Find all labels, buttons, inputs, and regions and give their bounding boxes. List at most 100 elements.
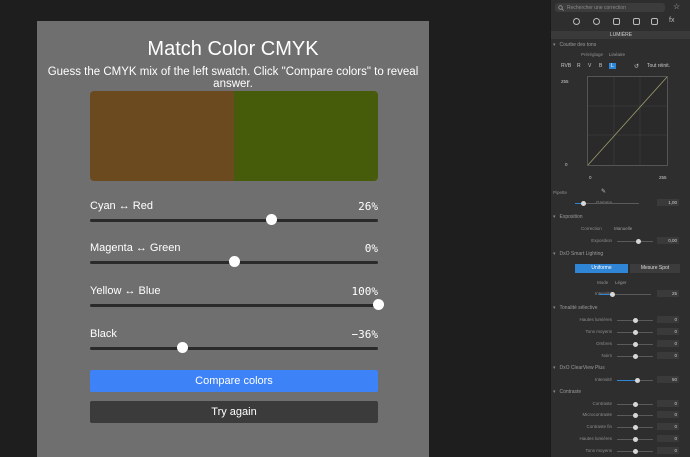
star-icon[interactable]: ☆ <box>673 2 680 11</box>
slider-label: Black <box>90 328 117 340</box>
input-min-value[interactable]: 0 <box>589 175 592 180</box>
clearview-track[interactable] <box>617 378 653 383</box>
section-header: LUMIÈRE <box>551 31 690 39</box>
slider-handle[interactable] <box>177 342 189 353</box>
exposure-header[interactable]: ▾ Exposition <box>553 214 583 222</box>
tone-track[interactable] <box>617 330 653 335</box>
intensity-value[interactable]: 25 <box>657 290 679 297</box>
slider-value: −36% <box>351 328 379 341</box>
slider-label: Cyan ↔ Red <box>90 200 153 212</box>
geometry-icon[interactable] <box>633 18 640 25</box>
gamma-track[interactable] <box>575 201 639 206</box>
contrast-track[interactable] <box>617 437 653 442</box>
contrast-row-label: Contraste <box>592 401 612 406</box>
tone-row-label: Noirs <box>601 353 612 358</box>
spot-mode-button[interactable]: Mesure Spot <box>630 264 680 273</box>
slider-handle[interactable] <box>373 299 384 310</box>
tone-handle[interactable] <box>633 330 638 335</box>
detail-icon[interactable] <box>613 18 620 25</box>
tone-curve-title: Courbe des tons <box>559 42 597 48</box>
exposure-track[interactable] <box>617 239 653 244</box>
curve-bottom-value[interactable]: 0 <box>565 162 568 167</box>
tone-row-value[interactable]: 0 <box>657 316 679 323</box>
clearview-handle[interactable] <box>635 378 640 383</box>
slider-handle[interactable] <box>266 214 278 225</box>
exposure-handle[interactable] <box>635 239 641 244</box>
pipette-icon[interactable]: ✎ <box>601 188 606 195</box>
contrast-handle[interactable] <box>633 449 638 454</box>
fx-icon[interactable]: fx <box>669 17 674 24</box>
contrast-track[interactable] <box>617 413 653 418</box>
tone-track[interactable] <box>617 342 653 347</box>
tone-curve-graph[interactable] <box>587 76 668 166</box>
input-max-value[interactable]: 255 <box>659 175 667 180</box>
gamma-value[interactable]: 1,00 <box>657 199 679 206</box>
pipette-label: Pipette <box>553 190 568 195</box>
contrast-handle[interactable] <box>633 437 638 442</box>
contrast-track[interactable] <box>617 425 653 430</box>
uniform-mode-button[interactable]: Uniforme <box>575 264 628 273</box>
contrast-handle[interactable] <box>633 413 638 418</box>
mode-select[interactable]: Léger <box>615 280 627 285</box>
light-icon[interactable] <box>573 18 580 25</box>
selective-tone-header[interactable]: ▾ Tonalité sélective <box>553 305 598 313</box>
try-again-button[interactable]: Try again <box>90 401 378 423</box>
slider-track[interactable] <box>90 219 378 222</box>
contrast-track[interactable] <box>617 402 653 407</box>
clearview-value[interactable]: 50 <box>657 376 679 383</box>
search-field[interactable]: Rechercher une correction <box>555 3 665 12</box>
guess-swatch <box>234 91 378 181</box>
tone-handle[interactable] <box>633 354 638 359</box>
tone-row-value[interactable]: 0 <box>657 328 679 335</box>
tone-curve-header[interactable]: ▾ Courbe des tons <box>553 42 596 50</box>
smart-lighting-title: DxO Smart Lighting <box>559 251 604 257</box>
channel-rvb[interactable]: RVB <box>561 63 571 69</box>
slider-value: 26% <box>358 200 378 213</box>
contrast-row-value[interactable]: 0 <box>657 400 679 407</box>
tone-handle[interactable] <box>633 318 638 323</box>
slider-track[interactable] <box>90 347 378 350</box>
tone-handle[interactable] <box>633 342 638 347</box>
contrast-title: Contraste <box>559 389 582 395</box>
tone-row-value[interactable]: 0 <box>657 352 679 359</box>
channel-l[interactable]: L <box>609 63 616 69</box>
channel-r[interactable]: R <box>577 63 581 69</box>
reset-icon[interactable]: ↺ <box>634 63 639 70</box>
curve-plot <box>587 76 668 166</box>
contrast-header[interactable]: ▾ Contraste <box>553 389 581 397</box>
slider-track[interactable] <box>90 304 378 307</box>
intensity-track[interactable] <box>599 292 651 297</box>
tone-track[interactable] <box>617 354 653 359</box>
channel-v[interactable]: V <box>588 63 591 69</box>
contrast-row-value[interactable]: 0 <box>657 447 679 454</box>
contrast-row-label: Hautes lumières <box>579 436 612 441</box>
clearview-header[interactable]: ▾ DxO ClearView Plus <box>553 365 605 373</box>
contrast-row-value[interactable]: 0 <box>657 435 679 442</box>
channel-b[interactable]: B <box>599 63 602 69</box>
exposure-value[interactable]: 0,00 <box>657 237 679 244</box>
match-color-card: Match Color CMYK Guess the CMYK mix of t… <box>37 21 429 457</box>
smart-lighting-header[interactable]: ▾ DxO Smart Lighting <box>553 251 603 259</box>
slider-handle[interactable] <box>229 256 240 267</box>
exposure-row: Exposition 0,00 <box>551 237 685 245</box>
contrast-row-value[interactable]: 0 <box>657 423 679 430</box>
contrast-row: Microcontraste 0 <box>551 411 685 419</box>
local-adjust-icon[interactable] <box>651 18 658 25</box>
intensity-handle[interactable] <box>610 292 615 297</box>
tone-row-value[interactable]: 0 <box>657 340 679 347</box>
preset-select[interactable]: Linéaire <box>609 52 625 57</box>
gamma-handle[interactable] <box>581 201 586 206</box>
contrast-handle[interactable] <box>633 402 638 407</box>
intensity-label: Intensité <box>594 377 612 382</box>
curve-top-value[interactable]: 255 <box>561 79 569 84</box>
contrast-handle[interactable] <box>633 425 638 430</box>
corrections-panel: Rechercher une correction ☆ fx LUMIÈRE ▾… <box>550 0 690 457</box>
color-icon[interactable] <box>593 18 600 25</box>
tone-track[interactable] <box>617 318 653 323</box>
contrast-track[interactable] <box>617 449 653 454</box>
contrast-row-value[interactable]: 0 <box>657 411 679 418</box>
correction-select[interactable]: Manuelle <box>614 226 632 231</box>
tone-row-label: Ombres <box>595 341 612 346</box>
reset-all-button[interactable]: Tout réinit. <box>647 63 670 69</box>
compare-colors-button[interactable]: Compare colors <box>90 370 378 392</box>
